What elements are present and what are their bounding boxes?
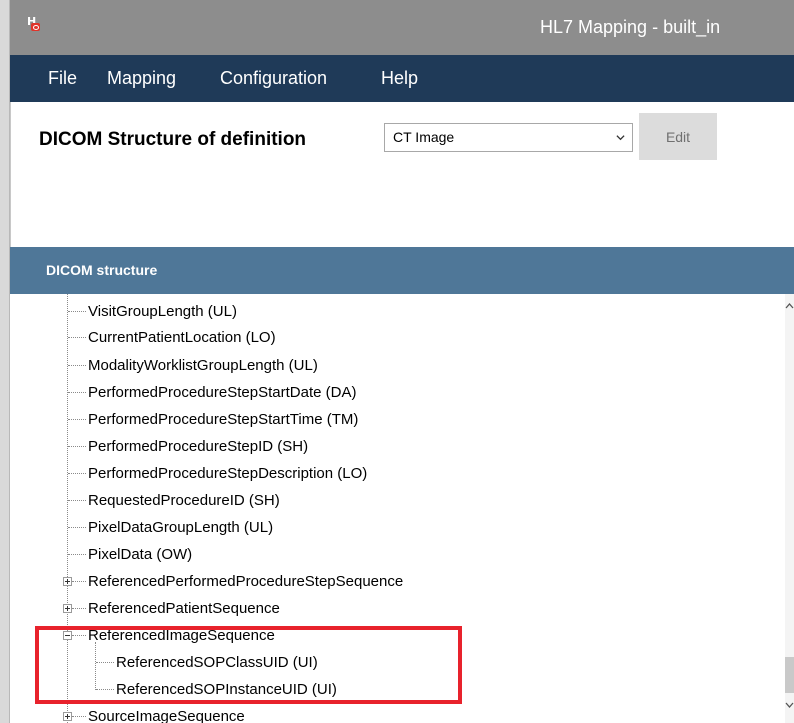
scrollbar-thumb[interactable] <box>785 657 794 693</box>
expand-plus-icon[interactable] <box>63 712 72 721</box>
panel-title: DICOM structure <box>46 262 158 278</box>
chevron-down-icon <box>616 135 625 141</box>
panel-header: DICOM structure <box>10 247 794 294</box>
definition-select-value: CT Image <box>393 129 455 145</box>
tree-scrollbar[interactable] <box>785 294 794 723</box>
menu-mapping[interactable]: Mapping <box>107 68 176 89</box>
desktop-edge <box>0 0 10 723</box>
title-bar: H HL7 Mapping - built_in <box>10 0 794 55</box>
menu-file[interactable]: File <box>48 68 77 89</box>
expand-plus-icon[interactable] <box>63 604 72 613</box>
scroll-up-icon[interactable] <box>785 300 794 312</box>
window-title: HL7 Mapping - built_in <box>540 17 721 37</box>
edit-button[interactable]: Edit <box>639 113 717 160</box>
scroll-down-icon[interactable] <box>785 699 794 711</box>
definition-toolbar: DICOM Structure of definition CT Image E… <box>10 102 794 247</box>
definition-label: DICOM Structure of definition <box>39 129 307 150</box>
menu-configuration[interactable]: Configuration <box>220 68 327 89</box>
menu-bar: File Mapping Configuration Help <box>10 55 794 102</box>
app-icon: H <box>27 15 41 31</box>
expand-plus-icon[interactable] <box>63 577 72 586</box>
menu-help[interactable]: Help <box>381 68 418 89</box>
definition-select[interactable]: CT Image <box>384 123 633 152</box>
highlight-box <box>35 626 462 704</box>
